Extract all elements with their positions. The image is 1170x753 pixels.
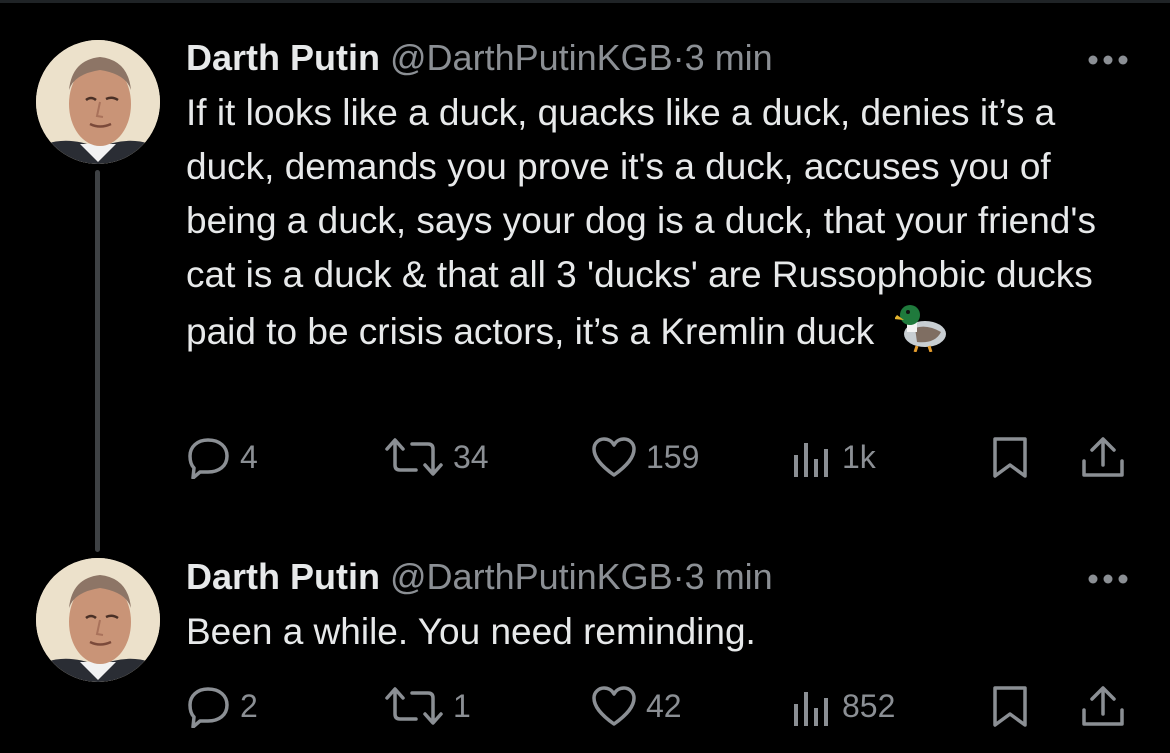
share-button[interactable] [1080,682,1126,730]
tweet-actions: 4 34 159 1k [0,433,1170,481]
share-button[interactable] [1080,433,1126,481]
repost-button[interactable]: 1 [383,682,471,730]
repost-icon [385,438,443,476]
tweet-text-content: If it looks like a duck, quacks like a d… [186,92,1096,352]
views-count: 852 [842,687,896,724]
avatar[interactable] [36,558,160,682]
like-button[interactable]: 159 [590,433,699,481]
repost-icon [385,687,443,725]
repost-button[interactable]: 34 [383,433,489,481]
like-button[interactable]: 42 [590,682,682,730]
more-icon[interactable] [1086,52,1130,68]
tweet-header: Darth Putin @DarthPutinKGB·3 min [186,36,773,80]
repost-count: 34 [453,438,489,475]
views-icon [794,443,828,477]
share-icon [1082,437,1124,477]
reply-count: 2 [240,687,258,724]
tweet-header: Darth Putin @DarthPutinKGB·3 min [186,555,773,599]
separator-dot: · [672,556,685,597]
tweet-text: Been a while. You need reminding. [186,605,1126,659]
bookmark-button[interactable] [990,682,1030,730]
separator-dot: · [672,37,685,78]
tweet-actions: 2 1 42 852 [0,682,1170,730]
reply-button[interactable]: 2 [186,682,258,730]
thread-connector-line [95,170,100,552]
like-count: 159 [646,438,700,475]
like-icon [592,437,636,477]
views-icon [794,692,828,726]
views-button[interactable]: 1k [790,433,876,481]
share-icon [1082,686,1124,726]
reply-icon [188,687,229,728]
more-icon[interactable] [1086,571,1130,587]
top-divider [0,0,1170,3]
like-count: 42 [646,687,682,724]
duck-icon [893,302,949,367]
tweet-text-content: Been a while. You need reminding. [186,611,756,652]
author-handle[interactable]: @DarthPutinKGB [390,556,673,597]
reply-count: 4 [240,438,258,475]
reply-button[interactable]: 4 [186,433,258,481]
views-count: 1k [842,438,876,475]
repost-count: 1 [453,687,471,724]
author-handle[interactable]: @DarthPutinKGB [390,37,673,78]
bookmark-icon [993,686,1027,727]
bookmark-button[interactable] [990,433,1030,481]
like-icon [592,686,636,726]
author-name[interactable]: Darth Putin [186,556,380,597]
reply-icon [188,438,229,479]
avatar[interactable] [36,40,160,164]
author-name[interactable]: Darth Putin [186,37,380,78]
views-button[interactable]: 852 [790,682,895,730]
bookmark-icon [993,437,1027,478]
tweet-text: If it looks like a duck, quacks like a d… [186,86,1126,367]
timestamp[interactable]: 3 min [685,37,773,78]
timestamp[interactable]: 3 min [685,556,773,597]
